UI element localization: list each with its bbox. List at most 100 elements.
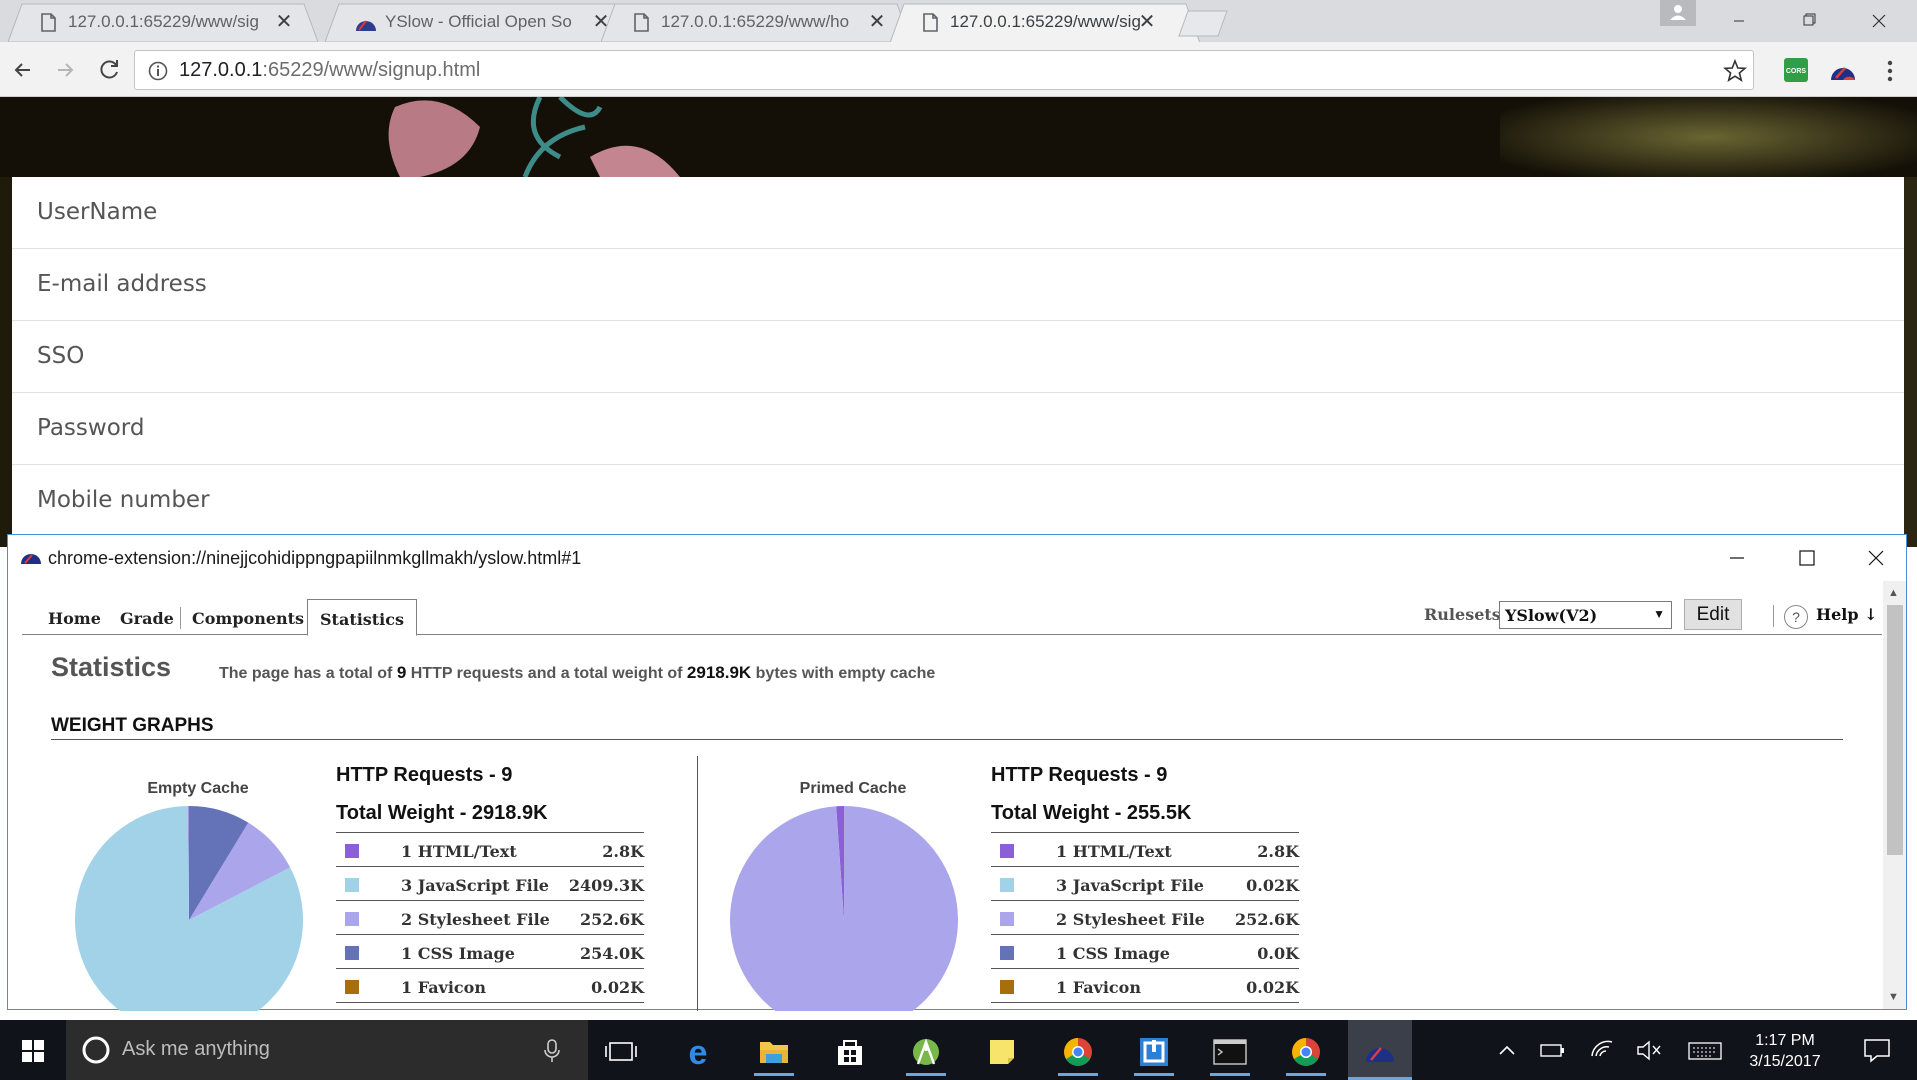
scroll-down-icon[interactable]: ▼ (1888, 991, 1899, 1003)
browser-toolbar: 127.0.0.1:65229/www/signup.html CORS (0, 42, 1917, 97)
legend-swatch (1000, 946, 1014, 960)
dropdown-arrow-icon: ▼ (1653, 607, 1665, 621)
legend-size: 0.02K (1246, 876, 1299, 895)
close-tab-icon[interactable]: ✕ (273, 11, 295, 33)
back-icon[interactable] (6, 53, 40, 87)
address-bar[interactable]: 127.0.0.1:65229/www/signup.html (134, 50, 1754, 90)
yslow-icon (21, 554, 41, 564)
cors-extension-icon[interactable]: CORS (1784, 58, 1808, 82)
edit-button[interactable]: Edit (1684, 599, 1742, 630)
file-explorer-icon[interactable] (750, 1028, 798, 1076)
legend-size: 252.6K (579, 910, 644, 929)
legend-row: 1 CSS Image 254.0K (336, 935, 644, 969)
bookmark-star-icon[interactable] (1723, 59, 1747, 83)
legend-swatch (1000, 980, 1014, 994)
chrome-icon[interactable] (1054, 1028, 1102, 1076)
legend-size: 0.02K (1246, 978, 1299, 997)
rulesets-label: Rulesets (1424, 605, 1501, 624)
browser-tab-active[interactable]: 127.0.0.1:65229/www/sig ✕ (890, 3, 1200, 42)
tab-statistics[interactable]: Statistics (307, 599, 418, 636)
password-field[interactable]: Password (12, 393, 1904, 465)
new-tab-button[interactable] (1178, 9, 1228, 37)
android-studio-icon[interactable] (902, 1028, 950, 1076)
close-icon[interactable] (1846, 541, 1906, 575)
app-icon[interactable] (1130, 1028, 1178, 1076)
show-hidden-icons-icon[interactable] (1492, 1020, 1522, 1080)
legend-swatch (345, 878, 359, 892)
close-window-icon[interactable] (1847, 0, 1911, 42)
chrome-icon[interactable] (1282, 1028, 1330, 1076)
http-requests-heading: HTTP Requests - 9 (336, 764, 513, 786)
windows-start-icon[interactable] (0, 1020, 66, 1080)
browser-tab[interactable]: 127.0.0.1:65229/www/sig ✕ (8, 3, 318, 42)
mobile-number-field[interactable]: Mobile number (12, 465, 1904, 537)
info-icon[interactable] (147, 60, 169, 82)
summary-text: The page has a total of (219, 665, 393, 682)
scrollbar-thumb[interactable] (1887, 605, 1903, 855)
sticky-notes-icon[interactable] (978, 1028, 1026, 1076)
email-field[interactable]: E-mail address (12, 249, 1904, 321)
close-tab-icon[interactable]: ✕ (866, 11, 888, 33)
legend-size: 254.0K (579, 944, 644, 963)
empty-cache-legend: 1 HTML/Text 2.8K 3 JavaScript File 2409.3K 2… (336, 832, 644, 1003)
running-indicator (1134, 1073, 1174, 1076)
legend-swatch (345, 912, 359, 926)
username-field[interactable]: UserName (12, 177, 1904, 249)
task-view-icon[interactable] (597, 1028, 645, 1076)
battery-icon[interactable] (1535, 1020, 1569, 1080)
terminal-icon[interactable] (1206, 1028, 1254, 1076)
keyboard-icon[interactable] (1685, 1020, 1725, 1080)
legend-size: 0.02K (591, 978, 644, 997)
stats-summary: The page has a total of 9 HTTP requests … (219, 663, 935, 683)
search-placeholder: Ask me anything (122, 1038, 270, 1060)
help-icon[interactable]: ? (1784, 605, 1808, 629)
field-placeholder: E-mail address (37, 271, 207, 297)
edge-icon[interactable]: e (674, 1028, 722, 1076)
legend-swatch (1000, 844, 1014, 858)
page-icon (634, 13, 649, 32)
field-placeholder: Mobile number (37, 487, 210, 513)
volume-muted-icon[interactable] (1632, 1020, 1666, 1080)
browser-tab[interactable]: 127.0.0.1:65229/www/ho ✕ (601, 3, 911, 42)
chart-title: Empty Cache (147, 780, 249, 797)
notifications-icon[interactable] (1855, 1020, 1899, 1080)
yslow-popup-window: chrome-extension://ninejjcohidippngpapii… (7, 534, 1907, 1011)
popup-scrollbar[interactable]: ▲ ▼ (1883, 581, 1906, 1009)
clock[interactable]: 1:17 PM 3/15/2017 (1735, 1030, 1835, 1072)
menu-icon[interactable] (1880, 56, 1900, 86)
reload-icon[interactable] (92, 53, 126, 87)
clock-date: 3/15/2017 (1749, 1053, 1821, 1070)
signup-form: UserName E-mail address SSO Password Mob… (12, 177, 1904, 547)
close-tab-icon[interactable]: ✕ (1136, 11, 1158, 33)
microphone-icon[interactable] (542, 1038, 562, 1064)
sso-field[interactable]: SSO (12, 321, 1904, 393)
help-link[interactable]: Help ↓ (1816, 605, 1878, 624)
yslow-extension-icon[interactable] (1830, 57, 1856, 83)
forward-icon[interactable] (48, 53, 82, 87)
store-icon[interactable] (826, 1028, 874, 1076)
yslow-icon[interactable] (1348, 1020, 1412, 1080)
browser-tab[interactable]: YSlow - Official Open So ✕ (325, 3, 635, 42)
minimize-icon[interactable] (1707, 0, 1771, 42)
running-indicator (1058, 1073, 1098, 1076)
windows-taskbar: Ask me anything e 1:17 PM 3/15/2017 (0, 1020, 1917, 1080)
ruleset-select[interactable]: YSlow(V2) ▼ (1499, 601, 1672, 629)
page-icon (923, 13, 938, 32)
running-indicator (906, 1073, 946, 1076)
profile-icon[interactable] (1660, 0, 1696, 26)
tab-components[interactable]: Components (192, 599, 304, 635)
search-box[interactable]: Ask me anything (66, 1020, 588, 1080)
legend-swatch (1000, 912, 1014, 926)
empty-cache-pie-chart (75, 806, 303, 1011)
tab-home[interactable]: Home (48, 599, 101, 635)
tab-grade[interactable]: Grade (120, 599, 174, 635)
wifi-icon[interactable] (1585, 1020, 1619, 1080)
tab-title: 127.0.0.1:65229/www/ho (661, 12, 850, 31)
scroll-up-icon[interactable]: ▲ (1888, 587, 1899, 599)
divider (51, 739, 1843, 740)
restore-icon[interactable] (1777, 0, 1841, 42)
maximize-icon[interactable] (1776, 541, 1836, 575)
legend-label: 1 CSS Image (401, 944, 515, 963)
legend-label: 1 Favicon (1056, 978, 1141, 997)
minimize-icon[interactable] (1706, 541, 1766, 575)
